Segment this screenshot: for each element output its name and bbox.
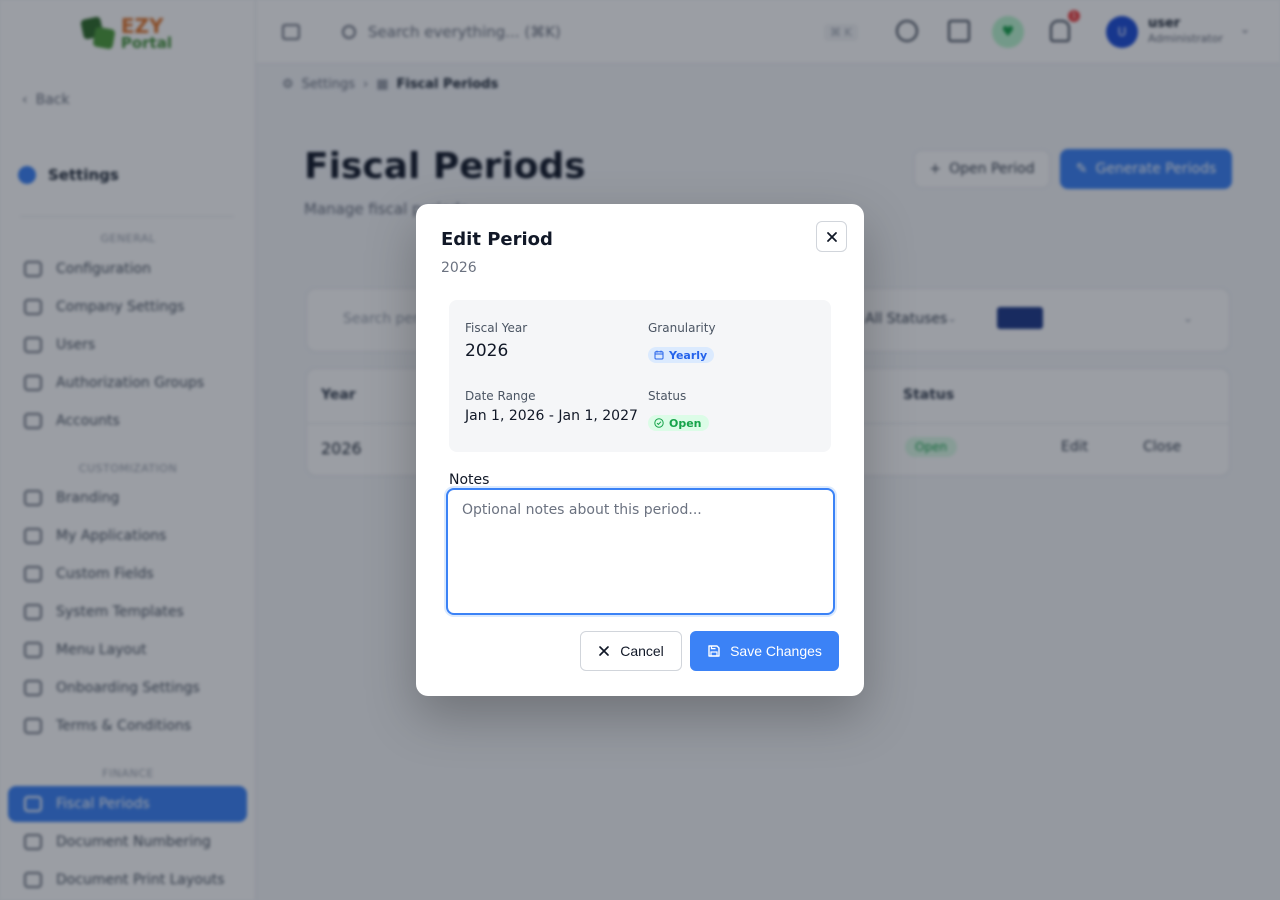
granularity-label: Granularity — [648, 321, 716, 335]
status-label: Status — [648, 389, 687, 403]
x-icon — [599, 646, 610, 656]
x-icon — [826, 231, 837, 242]
calendar-icon — [654, 350, 664, 360]
notes-label: Notes — [449, 472, 490, 488]
date-range-label: Date Range — [465, 389, 536, 403]
fiscal-year-label: Fiscal Year — [465, 321, 528, 335]
status-badge: Open — [648, 415, 709, 431]
date-range-value: Jan 1, 2026 - Jan 1, 2027 — [465, 408, 638, 424]
save-label: Save Changes — [730, 643, 822, 659]
notes-textarea[interactable] — [446, 488, 835, 615]
cancel-button[interactable]: Cancel — [580, 631, 682, 671]
close-button[interactable] — [816, 221, 847, 252]
fiscal-year-value: 2026 — [465, 341, 509, 361]
check-circle-icon — [654, 418, 664, 428]
granularity-badge: Yearly — [648, 347, 715, 363]
status-value: Open — [669, 416, 702, 430]
dialog-title: Edit Period — [441, 229, 553, 250]
save-icon — [708, 645, 720, 657]
cancel-label: Cancel — [620, 643, 664, 659]
save-changes-button[interactable]: Save Changes — [690, 631, 839, 671]
edit-period-dialog: Edit Period 2026 Fiscal Year 2026 Granul… — [416, 204, 864, 696]
period-summary: Fiscal Year 2026 Granularity Yearly Date… — [449, 300, 831, 452]
granularity-value: Yearly — [669, 348, 708, 362]
dialog-subtitle: 2026 — [441, 260, 477, 276]
